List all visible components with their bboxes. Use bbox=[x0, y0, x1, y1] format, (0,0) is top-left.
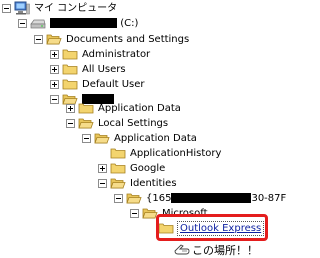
folder-open-icon bbox=[78, 118, 94, 129]
folder-open-icon bbox=[94, 133, 110, 144]
tree-label: Google bbox=[130, 162, 166, 174]
tree-item-identity-guid[interactable]: {165 30-87F bbox=[114, 190, 287, 206]
collapse-toggle[interactable] bbox=[66, 118, 75, 128]
tree-item-application-data[interactable]: Application Data bbox=[66, 100, 182, 116]
tree-item-my-computer[interactable]: マイ コンピュータ bbox=[2, 0, 118, 16]
collapse-toggle[interactable] bbox=[114, 193, 123, 203]
tree-item-administrator[interactable]: Administrator bbox=[50, 46, 151, 62]
tree-item-identities[interactable]: Identities bbox=[98, 175, 178, 191]
tree-label: Documents and Settings bbox=[66, 33, 190, 45]
collapse-toggle[interactable] bbox=[2, 3, 11, 13]
tree-label: マイ コンピュータ bbox=[34, 2, 118, 14]
tree-item-default-user[interactable]: Default User bbox=[50, 76, 146, 92]
tree-label: ApplicationHistory bbox=[130, 147, 222, 159]
collapse-toggle[interactable] bbox=[98, 178, 107, 188]
highlight-box bbox=[156, 214, 268, 241]
drive-icon bbox=[30, 19, 46, 29]
expand-toggle[interactable] bbox=[50, 79, 59, 89]
collapse-toggle[interactable] bbox=[34, 34, 43, 44]
redacted-block bbox=[171, 192, 252, 203]
no-toggle-spacer bbox=[98, 149, 107, 158]
tree-item-application-history[interactable]: ApplicationHistory bbox=[98, 145, 222, 161]
folder-icon bbox=[62, 79, 78, 90]
folder-open-icon bbox=[46, 34, 62, 45]
collapse-toggle[interactable] bbox=[50, 94, 59, 104]
tree-label: (C:) bbox=[49, 17, 139, 30]
tree-label: Application Data bbox=[114, 132, 197, 144]
folder-icon bbox=[110, 163, 126, 174]
drive-label: (C:) bbox=[120, 17, 139, 29]
folder-icon bbox=[62, 64, 78, 75]
folder-icon bbox=[78, 103, 94, 114]
tree-item-documents-and-settings[interactable]: Documents and Settings bbox=[34, 31, 190, 47]
tree-label: Application Data bbox=[98, 102, 181, 114]
folder-icon bbox=[110, 148, 126, 159]
tree-item-local-application-data[interactable]: Application Data bbox=[82, 130, 198, 146]
expand-toggle[interactable] bbox=[50, 64, 59, 74]
annotation-callout: この場所！！ bbox=[174, 242, 258, 258]
tree-label: Default User bbox=[82, 78, 145, 90]
expand-toggle[interactable] bbox=[98, 163, 107, 173]
expand-toggle[interactable] bbox=[50, 49, 59, 59]
no-toggle-spacer bbox=[146, 224, 155, 233]
annotation-text: この場所！！ bbox=[192, 244, 258, 257]
tree-item-local-settings[interactable]: Local Settings bbox=[66, 115, 169, 131]
folder-open-icon bbox=[126, 193, 142, 204]
identity-suffix: 30-87F bbox=[251, 192, 287, 204]
tree-label: Administrator bbox=[82, 48, 151, 60]
identity-prefix: {165 bbox=[146, 192, 172, 204]
redacted-block bbox=[50, 17, 117, 28]
tree-item-drive-c[interactable]: (C:) bbox=[18, 15, 139, 31]
tree-item-google[interactable]: Google bbox=[98, 160, 166, 176]
tree-label: Identities bbox=[130, 177, 177, 189]
folder-icon bbox=[62, 49, 78, 60]
expand-toggle[interactable] bbox=[66, 103, 75, 113]
tree-label: Local Settings bbox=[98, 117, 169, 129]
collapse-toggle[interactable] bbox=[130, 208, 139, 218]
collapse-toggle[interactable] bbox=[82, 133, 91, 143]
folder-open-icon bbox=[110, 178, 126, 189]
tree-item-all-users[interactable]: All Users bbox=[50, 61, 127, 77]
pointing-hand-icon bbox=[174, 244, 190, 255]
computer-icon bbox=[14, 1, 30, 15]
tree-label: All Users bbox=[82, 63, 126, 75]
collapse-toggle[interactable] bbox=[18, 18, 27, 28]
tree-label: {165 30-87F bbox=[145, 192, 287, 205]
